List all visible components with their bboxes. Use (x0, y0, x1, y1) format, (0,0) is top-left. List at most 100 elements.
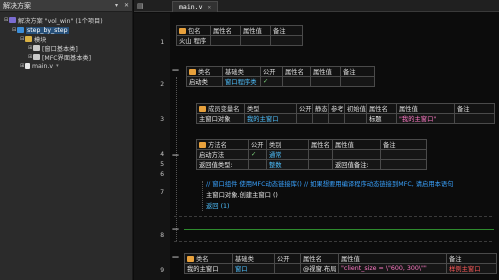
line-number: 5 (160, 161, 164, 168)
tab-label: main.v (179, 3, 203, 11)
column-header: 类别 (266, 139, 309, 150)
table-cell[interactable] (340, 76, 375, 87)
column-header: 属性名 (210, 25, 241, 36)
line-number: 8 (160, 232, 164, 239)
fold-icon[interactable]: — (172, 151, 179, 159)
table-cell[interactable] (282, 76, 311, 87)
member-type-cell[interactable]: 我的主窗口 (244, 113, 297, 124)
member-name-cell[interactable]: 主窗口对象 (196, 113, 245, 124)
close-tab-icon[interactable]: ✕ (207, 4, 211, 11)
table-cell[interactable] (308, 149, 333, 160)
column-header: 公开 (274, 253, 301, 264)
tree-item-label: [窗口基本类] (42, 45, 78, 53)
fold-icon[interactable]: — (172, 253, 179, 261)
tree-item-main-file[interactable]: ⊞ main.v ▾ (20, 62, 59, 70)
tree-item-module-window[interactable]: ⊞ [窗口基本类] (28, 44, 78, 53)
panel-header: 解决方案 ▾ ✕ (0, 0, 132, 12)
table-cell[interactable] (240, 35, 271, 46)
fold-icon[interactable]: — (172, 66, 179, 74)
column-header: 公开 (260, 66, 283, 77)
tree-item-label: 模块 (34, 36, 47, 44)
fold-icon[interactable]: — (172, 225, 179, 233)
column-header: 基础类 (222, 66, 261, 77)
code-statement[interactable]: 主窗口对象.创建主窗口 () (206, 190, 278, 199)
column-header: 类名 (184, 253, 233, 264)
package-icon (179, 28, 186, 34)
note-cell[interactable]: 样例主窗口 (446, 263, 497, 274)
tree-item-project[interactable]: ⊟ step_by_step (12, 26, 69, 34)
table-cell[interactable] (328, 113, 345, 124)
table-cell[interactable] (380, 149, 427, 160)
method-name-cell[interactable]: 启动方法 (196, 149, 249, 160)
table-cell[interactable] (344, 113, 367, 124)
property-name-cell[interactable]: 标题 (366, 113, 397, 124)
tree-item-label: main.v (32, 62, 54, 70)
close-icon[interactable]: ✕ (122, 1, 131, 10)
column-header: 方法名 (196, 139, 249, 150)
property-value-cell[interactable]: "我的主窗口" (396, 113, 455, 124)
folder-icon (25, 36, 32, 42)
pin-icon[interactable]: ▾ (112, 1, 121, 10)
property-value-cell[interactable]: "client_size = \"600, 300\"" (338, 263, 447, 274)
tree-item-solution[interactable]: ⊟ 解决方案 "vol_win" (1个项目) (4, 16, 103, 25)
tree-item-module-mfc[interactable]: ⊞ [MFC界面基本类] (28, 53, 91, 62)
column-header: 公开 (296, 103, 313, 114)
tab-list-icon[interactable]: ▤ (137, 2, 144, 10)
table-cell[interactable] (270, 35, 303, 46)
tab-main-v[interactable]: main.v ✕ (172, 1, 219, 12)
public-checkbox[interactable]: ✓ (248, 149, 267, 160)
column-header: 类名 (186, 66, 223, 77)
table-cell[interactable] (332, 149, 381, 160)
chevron-down-icon[interactable]: ▾ (56, 63, 59, 69)
line-number: 9 (160, 267, 164, 274)
table-cell[interactable] (454, 113, 495, 124)
table-cell[interactable] (274, 263, 301, 274)
table-cell[interactable] (380, 159, 427, 170)
package-table: 包名 属性名 属性值 备注 火山 程序 (176, 25, 303, 46)
tree-item-modules-folder[interactable]: ⊟ 模块 (20, 35, 47, 44)
column-header: 属性值 (396, 103, 455, 114)
method-separator (174, 216, 492, 217)
line-number: 1 (160, 39, 164, 46)
property-name-cell[interactable]: @视窗.布局 (300, 263, 339, 274)
member-variable-icon (199, 106, 206, 112)
column-header: 属性名 (300, 253, 339, 264)
code-return[interactable]: 返回 (1) (206, 201, 230, 210)
column-header: 备注 (270, 25, 303, 36)
return-type-label: 返回值类型: (196, 159, 249, 170)
return-note-label: 返回值备注: (332, 159, 381, 170)
class-icon (187, 256, 194, 262)
table-cell[interactable] (248, 159, 267, 170)
table-cell[interactable] (210, 35, 241, 46)
table-cell[interactable] (296, 113, 313, 124)
tree-item-label: [MFC界面基本类] (42, 54, 91, 62)
table-cell[interactable] (312, 113, 329, 124)
table-cell[interactable] (308, 159, 333, 170)
class-name-cell[interactable]: 启动类 (186, 76, 223, 87)
column-header: 类型 (244, 103, 297, 114)
return-type-cell[interactable]: 整数 (266, 159, 309, 170)
class-name-cell[interactable]: 我的主窗口 (184, 263, 233, 274)
column-header: 备注 (340, 66, 375, 77)
column-header: 初始值 (344, 103, 367, 114)
base-class-cell[interactable]: 窗口 (232, 263, 275, 274)
method-category-cell[interactable]: 通常 (266, 149, 309, 160)
column-header: 属性值 (332, 139, 381, 150)
column-header: 静态 (312, 103, 329, 114)
method-icon (199, 142, 206, 148)
module-icon (33, 45, 40, 51)
tree-item-label: 解决方案 "vol_win" (1个项目) (18, 17, 103, 25)
code-editor[interactable]: 1 2 3 4 5 6 7 8 9 包名 属性名 属性值 备注 火山 程序 — … (134, 13, 499, 280)
column-header: 属性值 (240, 25, 271, 36)
line-number: 3 (160, 116, 164, 123)
table-cell[interactable] (310, 76, 341, 87)
package-name-cell[interactable]: 火山 程序 (176, 35, 211, 46)
public-checkbox[interactable]: ✓ (260, 76, 283, 87)
class-table: 类名 基础类 公开 属性名 属性值 备注 启动类 窗口程序类 ✓ (186, 66, 375, 87)
code-comment[interactable]: // 窗口组件 使用MFC动态链接库() // 如果想要用编译程序动态链接到MF… (206, 179, 454, 188)
tree-item-label: step_by_step (26, 26, 69, 34)
solution-icon (9, 17, 16, 23)
column-header: 属性名 (366, 103, 397, 114)
module-icon (33, 54, 40, 60)
base-class-cell[interactable]: 窗口程序类 (222, 76, 261, 87)
